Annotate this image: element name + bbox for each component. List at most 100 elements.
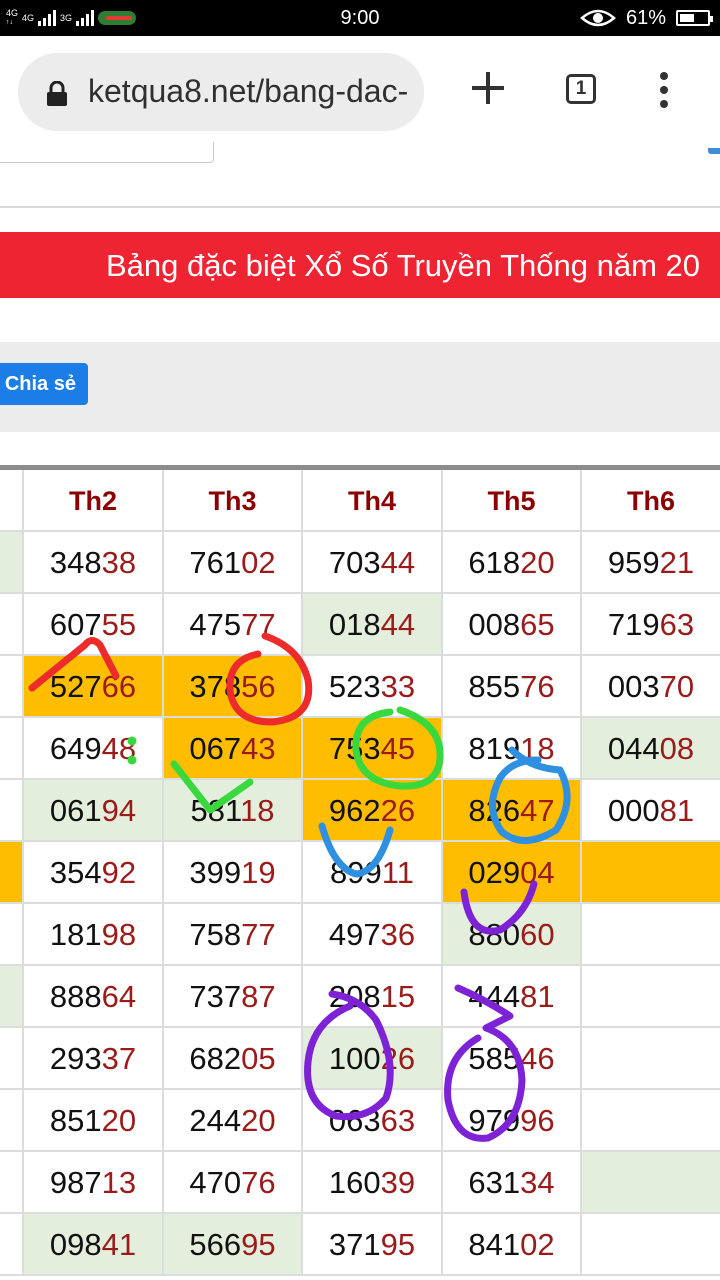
result-cell: 85120 bbox=[24, 1090, 164, 1152]
result-cell: 35492 bbox=[24, 842, 164, 904]
page-title-banner: Bảng đặc biệt Xổ Số Truyền Thống năm 20 bbox=[0, 232, 720, 298]
result-cell: 39919 bbox=[164, 842, 303, 904]
result-cell bbox=[582, 904, 720, 966]
result-cell: 06194 bbox=[24, 780, 164, 842]
result-cell: 63134 bbox=[443, 1152, 582, 1214]
result-cell bbox=[0, 904, 24, 966]
share-button[interactable]: Chia sẻ bbox=[0, 363, 88, 405]
result-cell bbox=[582, 966, 720, 1028]
result-cell bbox=[0, 594, 24, 656]
lock-icon bbox=[47, 81, 67, 106]
result-cell bbox=[0, 1090, 24, 1152]
result-cell: 81918 bbox=[443, 718, 582, 780]
result-cell: 44481 bbox=[443, 966, 582, 1028]
url-text[interactable]: ketqua8.net/bang-dac- bbox=[88, 73, 418, 110]
result-cell bbox=[0, 780, 24, 842]
result-cell: 96226 bbox=[303, 780, 443, 842]
result-cell: 75877 bbox=[164, 904, 303, 966]
table-row: 98713 47076 16039 63134 bbox=[0, 1152, 720, 1214]
browser-toolbar: ketqua8.net/bang-dac- 1 bbox=[0, 36, 720, 148]
result-cell bbox=[0, 532, 24, 594]
new-tab-button[interactable] bbox=[468, 70, 508, 110]
result-cell: 06743 bbox=[164, 718, 303, 780]
table-row: 35492 39919 89911 02904 bbox=[0, 842, 720, 904]
table-row: 88864 73787 20815 44481 bbox=[0, 966, 720, 1028]
result-cell bbox=[582, 1028, 720, 1090]
table-row: 18198 75877 49736 88060 bbox=[0, 904, 720, 966]
share-bar: Chia sẻ bbox=[0, 342, 720, 432]
result-cell: 88864 bbox=[24, 966, 164, 1028]
result-cell: 85576 bbox=[443, 656, 582, 718]
result-cell: 20815 bbox=[303, 966, 443, 1028]
result-cell: 58546 bbox=[443, 1028, 582, 1090]
result-cell bbox=[0, 966, 24, 1028]
result-cell bbox=[582, 1090, 720, 1152]
result-cell: 71963 bbox=[582, 594, 720, 656]
result-cell bbox=[582, 842, 720, 904]
result-cell: 61820 bbox=[443, 532, 582, 594]
column-header: Th5 bbox=[443, 470, 582, 532]
result-cell bbox=[0, 1214, 24, 1276]
search-button[interactable] bbox=[708, 148, 720, 154]
result-cell: 75345 bbox=[303, 718, 443, 780]
table-row: 52766 37856 52333 85576 00370 bbox=[0, 656, 720, 718]
result-cell: 68205 bbox=[164, 1028, 303, 1090]
column-header bbox=[0, 470, 24, 532]
more-vertical-icon[interactable] bbox=[652, 72, 676, 112]
status-bar: 4G ↑↓ 4G 3G 9:00 61% bbox=[0, 0, 720, 36]
result-cell: 88060 bbox=[443, 904, 582, 966]
result-cell: 18198 bbox=[24, 904, 164, 966]
result-cell: 60755 bbox=[24, 594, 164, 656]
table-row: 29337 68205 10026 58546 bbox=[0, 1028, 720, 1090]
result-cell: 01844 bbox=[303, 594, 443, 656]
result-cell bbox=[582, 1214, 720, 1276]
result-cell bbox=[0, 1152, 24, 1214]
result-cell: 89911 bbox=[303, 842, 443, 904]
result-cell: 49736 bbox=[303, 904, 443, 966]
result-cell: 56695 bbox=[164, 1214, 303, 1276]
table-row: 64948 06743 75345 81918 04408 bbox=[0, 718, 720, 780]
column-header: Th6 bbox=[582, 470, 720, 532]
result-cell: 00370 bbox=[582, 656, 720, 718]
table-header-row: Th2 Th3 Th4 Th5 Th6 bbox=[0, 470, 720, 532]
result-cell: 06363 bbox=[303, 1090, 443, 1152]
result-cell: 47076 bbox=[164, 1152, 303, 1214]
result-cell: 82647 bbox=[443, 780, 582, 842]
result-cell: 37856 bbox=[164, 656, 303, 718]
result-cell: 64948 bbox=[24, 718, 164, 780]
eye-icon bbox=[580, 9, 616, 27]
table-row: 09841 56695 37195 84102 bbox=[0, 1214, 720, 1276]
column-header: Th2 bbox=[24, 470, 164, 532]
result-cell: 95921 bbox=[582, 532, 720, 594]
result-cell: 76102 bbox=[164, 532, 303, 594]
result-cell: 29337 bbox=[24, 1028, 164, 1090]
result-cell: 58118 bbox=[164, 780, 303, 842]
result-cell: 16039 bbox=[303, 1152, 443, 1214]
result-cell bbox=[0, 656, 24, 718]
result-cell: 34838 bbox=[24, 532, 164, 594]
table-row: 60755 47577 01844 00865 71963 bbox=[0, 594, 720, 656]
result-cell: 00865 bbox=[443, 594, 582, 656]
address-bar[interactable]: ketqua8.net/bang-dac- bbox=[18, 53, 424, 131]
result-cell: 52333 bbox=[303, 656, 443, 718]
result-cell: 09841 bbox=[24, 1214, 164, 1276]
page-header-area bbox=[0, 142, 720, 208]
table-row: 85120 24420 06363 97996 bbox=[0, 1090, 720, 1152]
result-cell: 52766 bbox=[24, 656, 164, 718]
result-cell: 97996 bbox=[443, 1090, 582, 1152]
plus-icon bbox=[472, 72, 504, 104]
battery-icon bbox=[676, 10, 713, 26]
table-row: 06194 58118 96226 82647 00081 bbox=[0, 780, 720, 842]
result-cell bbox=[0, 842, 24, 904]
table-row: 34838 76102 70344 61820 95921 bbox=[0, 532, 720, 594]
tab-switcher-button[interactable]: 1 bbox=[566, 74, 596, 104]
result-cell: 37195 bbox=[303, 1214, 443, 1276]
result-cell bbox=[0, 718, 24, 780]
result-cell: 47577 bbox=[164, 594, 303, 656]
search-input[interactable] bbox=[0, 142, 214, 163]
result-cell: 04408 bbox=[582, 718, 720, 780]
result-cell: 00081 bbox=[582, 780, 720, 842]
result-cell: 10026 bbox=[303, 1028, 443, 1090]
result-cell: 98713 bbox=[24, 1152, 164, 1214]
result-cell bbox=[582, 1152, 720, 1214]
